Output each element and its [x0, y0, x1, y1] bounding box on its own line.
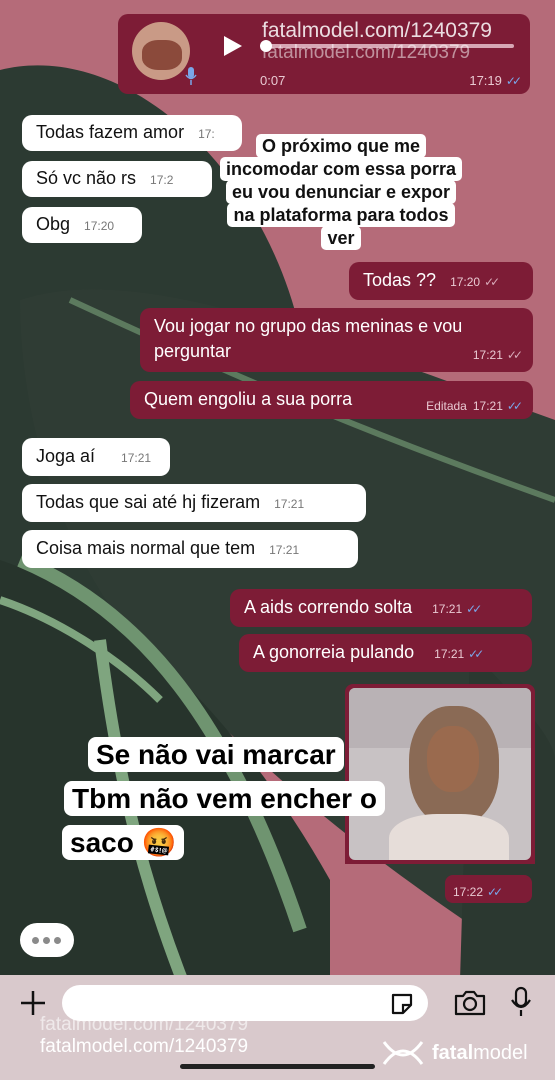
camera-icon[interactable]: [453, 989, 487, 1017]
sticker-icon[interactable]: [389, 991, 415, 1017]
read-ticks-icon: ✓✓: [506, 399, 523, 413]
edited-label: Editada: [426, 399, 467, 413]
sticker-text-bottom: Se não vai marcar Tbm não vem encher o s…: [60, 733, 400, 865]
read-ticks-icon: ✓✓: [505, 74, 522, 88]
message-outgoing[interactable]: A gonorreia pulando 17:21 ✓✓: [239, 634, 532, 672]
brand-name: fatalmodel: [432, 1042, 528, 1064]
fatalmodel-logo-icon: [382, 1041, 424, 1065]
message-incoming[interactable]: Só vc não rs 17:2: [22, 161, 212, 197]
audio-avatar: [132, 22, 190, 80]
typing-indicator-icon: [20, 923, 74, 957]
delivered-ticks-icon: ✓✓: [484, 275, 500, 289]
read-ticks-icon: ✓✓: [487, 885, 503, 899]
home-indicator: [180, 1064, 375, 1069]
delivered-ticks-icon: ✓✓: [506, 348, 523, 362]
sticker-text-top: O próximo que me incomodar com essa porr…: [188, 132, 494, 256]
play-icon[interactable]: [222, 34, 244, 58]
message-incoming[interactable]: Coisa mais normal que tem 17:21: [22, 530, 358, 568]
message-incoming[interactable]: Joga aí 17:21: [22, 438, 170, 476]
message-outgoing[interactable]: Todas ?? 17:20 ✓✓: [349, 262, 533, 300]
message-outgoing[interactable]: Vou jogar no grupo das meninas e vou per…: [140, 308, 533, 372]
photo-time-bar: 17:22 ✓✓: [445, 875, 532, 903]
read-ticks-icon: ✓✓: [468, 647, 484, 661]
watermark-top: fatalmodel.com/1240379 fatalmodel.com/12…: [262, 19, 492, 64]
message-incoming[interactable]: Obg 17:20: [22, 207, 142, 243]
audio-duration: 0:07: [260, 73, 286, 88]
message-incoming[interactable]: Todas que sai até hj fizeram 17:21: [22, 484, 366, 522]
read-ticks-icon: ✓✓: [466, 602, 482, 616]
message-outgoing[interactable]: A aids correndo solta 17:21 ✓✓: [230, 589, 532, 627]
watermark-bottom: fatalmodel.com/1240379 fatalmodel.com/12…: [40, 1014, 249, 1057]
microphone-icon: [185, 67, 197, 85]
mic-icon[interactable]: [509, 986, 533, 1018]
audio-time: 17:19 ✓✓: [469, 73, 522, 88]
message-outgoing[interactable]: Quem engoliu a sua porra Editada 17:21 ✓✓: [130, 381, 533, 419]
